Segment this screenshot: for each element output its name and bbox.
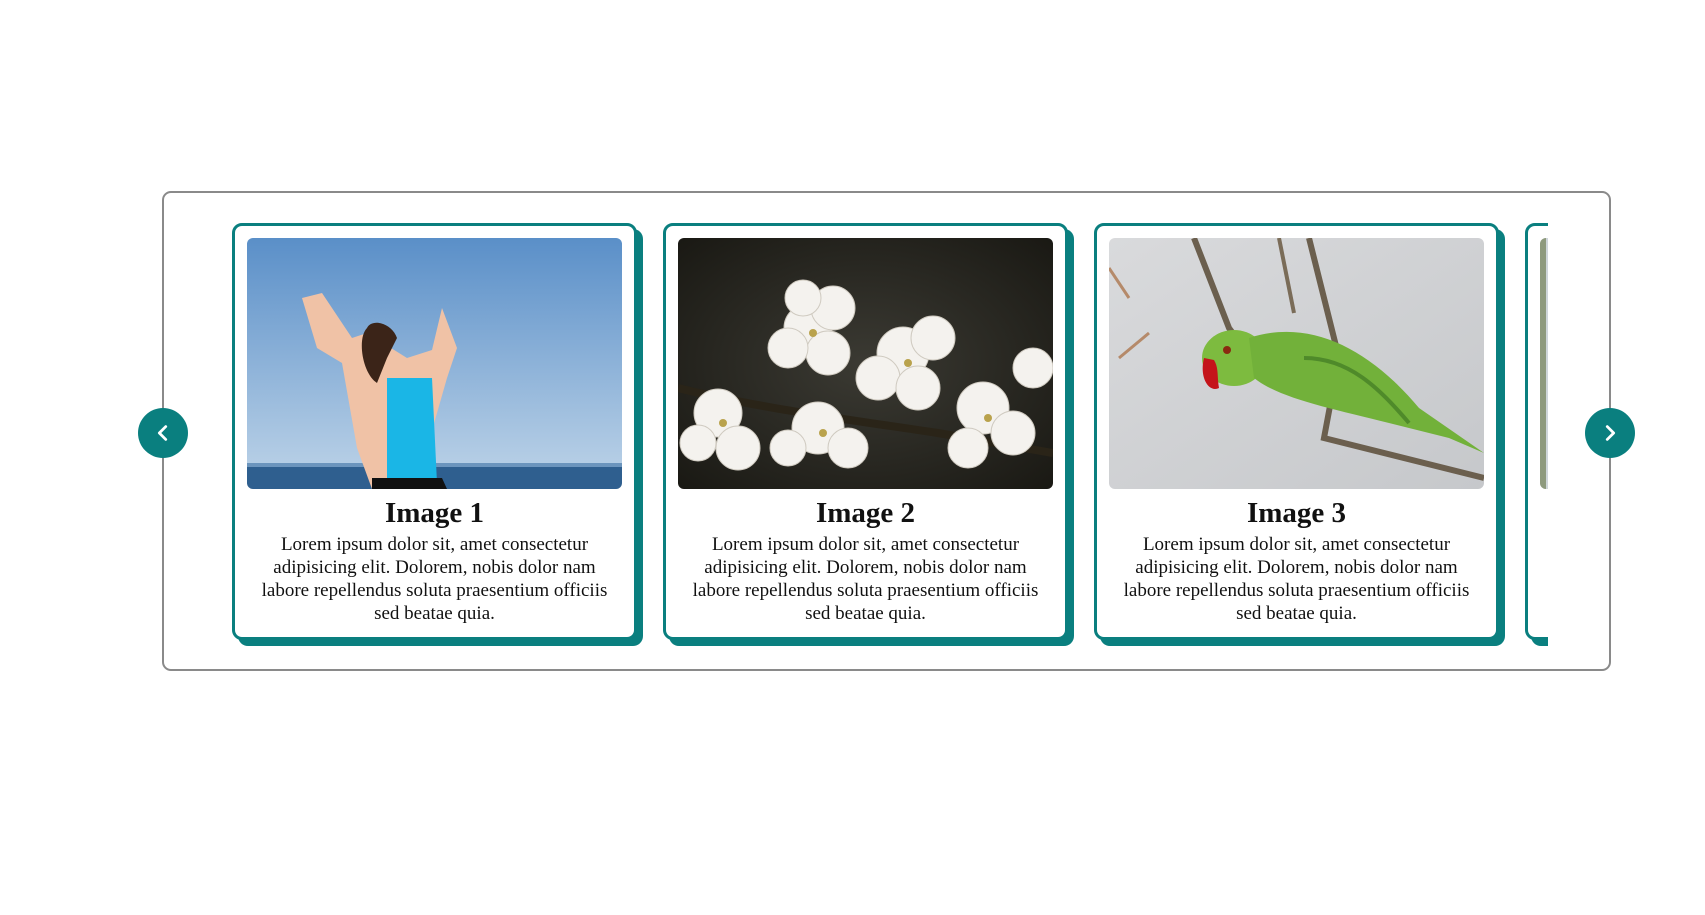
card-description: Lorem ipsum dolor sit, amet consectetur … bbox=[261, 534, 608, 624]
card-image-white-blossom bbox=[678, 238, 1053, 489]
carousel-card[interactable]: Image 3 Lorem ipsum dolor sit, amet cons… bbox=[1094, 223, 1499, 640]
card-title: Image 1 bbox=[384, 497, 485, 529]
carousel-card[interactable]: Image 2 Lorem ipsum dolor sit, amet cons… bbox=[663, 223, 1068, 640]
card-title: Image 2 bbox=[815, 497, 916, 529]
carousel-viewport: Image 1 Lorem ipsum dolor sit, amet cons… bbox=[232, 223, 1548, 647]
card-title: Image 3 bbox=[1246, 497, 1347, 529]
chevron-left-icon bbox=[157, 425, 168, 441]
card-image-woman-beach bbox=[247, 238, 622, 489]
carousel-prev-button[interactable] bbox=[138, 408, 188, 458]
card-image-partial bbox=[1540, 238, 1548, 489]
carousel-track: Image 1 Lorem ipsum dolor sit, amet cons… bbox=[232, 223, 1548, 640]
carousel-card[interactable] bbox=[1525, 223, 1548, 640]
card-image-green-parrot bbox=[1109, 238, 1484, 489]
chevron-right-icon bbox=[1605, 425, 1616, 441]
carousel-next-button[interactable] bbox=[1585, 408, 1635, 458]
carousel-card[interactable]: Image 1 Lorem ipsum dolor sit, amet cons… bbox=[232, 223, 637, 640]
card-description: Lorem ipsum dolor sit, amet consectetur … bbox=[692, 534, 1039, 624]
card-description: Lorem ipsum dolor sit, amet consectetur … bbox=[1123, 534, 1470, 624]
